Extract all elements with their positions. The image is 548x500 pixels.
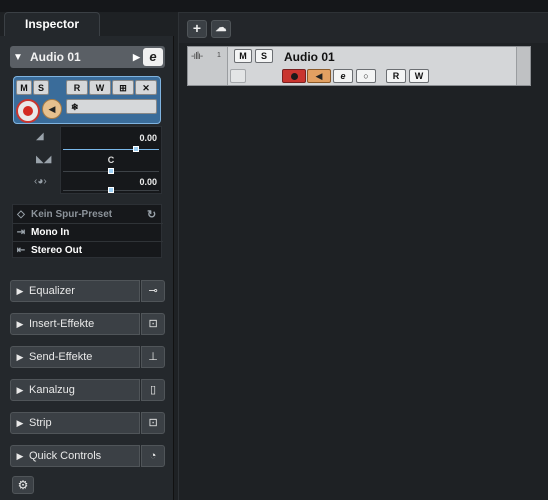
track-color-swatch[interactable]: [230, 69, 246, 83]
track-controls-box: M S R W ⊞ ✕ ◀ ❄: [13, 76, 161, 124]
channel-strip-icon[interactable]: ▯: [141, 379, 165, 401]
section-label: Quick Controls: [29, 450, 102, 462]
record-enable-button[interactable]: [16, 99, 40, 123]
delay-slider-handle[interactable]: [108, 187, 114, 193]
monitor-button[interactable]: ◀: [42, 99, 62, 119]
audio-waveform-icon: -ıIlı-: [191, 51, 203, 62]
section-insert-effekte[interactable]: ▶ Insert-Effekte ⊡: [10, 313, 165, 335]
pan-slider-handle[interactable]: [108, 168, 114, 174]
track-write-button[interactable]: W: [409, 69, 429, 83]
section-label: Kanalzug: [29, 384, 75, 396]
gear-icon[interactable]: ⚙: [12, 476, 34, 494]
section-label: Equalizer: [29, 285, 75, 297]
section-header[interactable]: ▶ Insert-Effekte: [10, 313, 141, 335]
top-strip: [0, 0, 548, 12]
volume-fader[interactable]: [63, 149, 159, 150]
add-track-button[interactable]: +: [187, 20, 207, 38]
expand-triangle-icon: ▶: [16, 450, 24, 461]
input-routing-label: Mono In: [31, 226, 70, 238]
section-strip[interactable]: ▶ Strip ⊡: [10, 412, 165, 434]
expand-triangle-icon: ▶: [16, 285, 24, 296]
expand-triangle-icon: ▶: [16, 351, 24, 362]
write-button[interactable]: W: [89, 80, 111, 95]
track-record-button[interactable]: [282, 69, 306, 83]
section-header[interactable]: ▶ Send-Effekte: [10, 346, 141, 368]
section-equalizer[interactable]: ▶ Equalizer ⊸: [10, 280, 165, 302]
read-button[interactable]: R: [66, 80, 88, 95]
lanes-icon[interactable]: ⊞: [112, 80, 134, 95]
edit-channel-button[interactable]: e: [143, 48, 163, 66]
time-base-button[interactable]: ❄: [66, 99, 157, 114]
track-type-area: -ıIlı- 1: [188, 47, 228, 85]
volume-icon: ◢: [36, 131, 44, 142]
track-name[interactable]: Audio 01: [284, 50, 335, 64]
quick-controls-icon[interactable]: ◔: [141, 445, 165, 467]
chevron-right-icon[interactable]: ▶: [133, 52, 143, 63]
track-list-toolbar: + ☁: [179, 13, 548, 43]
track-row[interactable]: -ıIlı- 1 M S Audio 01 ◀ e ○ R W: [187, 46, 531, 86]
fader-area: ◢ ◣◢ ‹◕› 0.00 C 0.00: [10, 126, 162, 196]
send-icon[interactable]: ⊥: [141, 346, 165, 368]
section-quick-controls[interactable]: ▶ Quick Controls ◔: [10, 445, 165, 467]
track-number: 1: [217, 52, 221, 59]
track-lanes-icon[interactable]: ○: [356, 69, 376, 83]
track-scroll-area: [516, 47, 530, 85]
collapse-triangle-icon[interactable]: ▼: [10, 52, 26, 63]
track-monitor-button[interactable]: ◀: [307, 69, 331, 83]
track-mute-button[interactable]: M: [234, 49, 252, 63]
track-preset-row[interactable]: ◇ Kein Spur-Preset ↻: [13, 205, 163, 223]
section-label: Insert-Effekte: [29, 318, 95, 330]
eq-icon[interactable]: ⊸: [141, 280, 165, 302]
track-preset-label: Kein Spur-Preset: [31, 208, 113, 220]
expand-triangle-icon: ▶: [16, 318, 24, 329]
solo-button[interactable]: S: [33, 80, 49, 95]
fader-box: 0.00 C 0.00: [60, 126, 162, 194]
section-header[interactable]: ▶ Quick Controls: [10, 445, 141, 467]
mute-button[interactable]: M: [16, 80, 32, 95]
cubase-window: Inspector ▼ Audio 01 ▶ e M S R W ⊞ ✕ ◀ ❄…: [0, 0, 548, 500]
input-routing-row[interactable]: ⇥ Mono In: [13, 223, 163, 241]
section-header[interactable]: ▶ Equalizer: [10, 280, 141, 302]
project-window: + ☁ -ıIlı- 1 M S Audio 01 ◀ e ○ R W: [178, 12, 548, 500]
delay-icon: ‹◕›: [34, 176, 47, 187]
freeze-icon[interactable]: ✕: [135, 80, 157, 95]
track-edit-button[interactable]: e: [333, 69, 353, 83]
track-solo-button[interactable]: S: [255, 49, 273, 63]
section-label: Send-Effekte: [29, 351, 93, 363]
section-send-effekte[interactable]: ▶ Send-Effekte ⊥: [10, 346, 165, 368]
inspector-track-header[interactable]: ▼ Audio 01 ▶ e: [10, 46, 165, 68]
inspector-tab[interactable]: Inspector: [4, 12, 100, 36]
preset-icon: ◇: [17, 208, 25, 220]
routing-box: ◇ Kein Spur-Preset ↻ ⇥ Mono In ⇤ Stereo …: [12, 204, 163, 259]
pan-icon: ◣◢: [36, 154, 52, 165]
strip-icon[interactable]: ⊡: [141, 412, 165, 434]
delay-value: 0.00: [139, 177, 157, 187]
section-label: Strip: [29, 417, 52, 429]
pan-value: C: [107, 155, 115, 165]
output-icon: ⇤: [16, 244, 26, 256]
track-folder-icon[interactable]: ☁: [211, 20, 231, 38]
track-read-button[interactable]: R: [386, 69, 406, 83]
section-header[interactable]: ▶ Strip: [10, 412, 141, 434]
volume-value: 0.00: [139, 133, 157, 143]
section-header[interactable]: ▶ Kanalzug: [10, 379, 141, 401]
expand-triangle-icon: ▶: [16, 417, 24, 428]
volume-fader-handle[interactable]: [133, 146, 139, 152]
refresh-icon[interactable]: ↻: [147, 208, 163, 221]
input-icon: ⇥: [16, 226, 26, 238]
expand-triangle-icon: ▶: [16, 384, 24, 395]
insert-icon[interactable]: ⊡: [141, 313, 165, 335]
output-routing-row[interactable]: ⇤ Stereo Out: [13, 241, 163, 259]
section-kanalzug[interactable]: ▶ Kanalzug ▯: [10, 379, 165, 401]
output-routing-label: Stereo Out: [31, 244, 83, 256]
inspector-track-name: Audio 01: [30, 50, 81, 64]
